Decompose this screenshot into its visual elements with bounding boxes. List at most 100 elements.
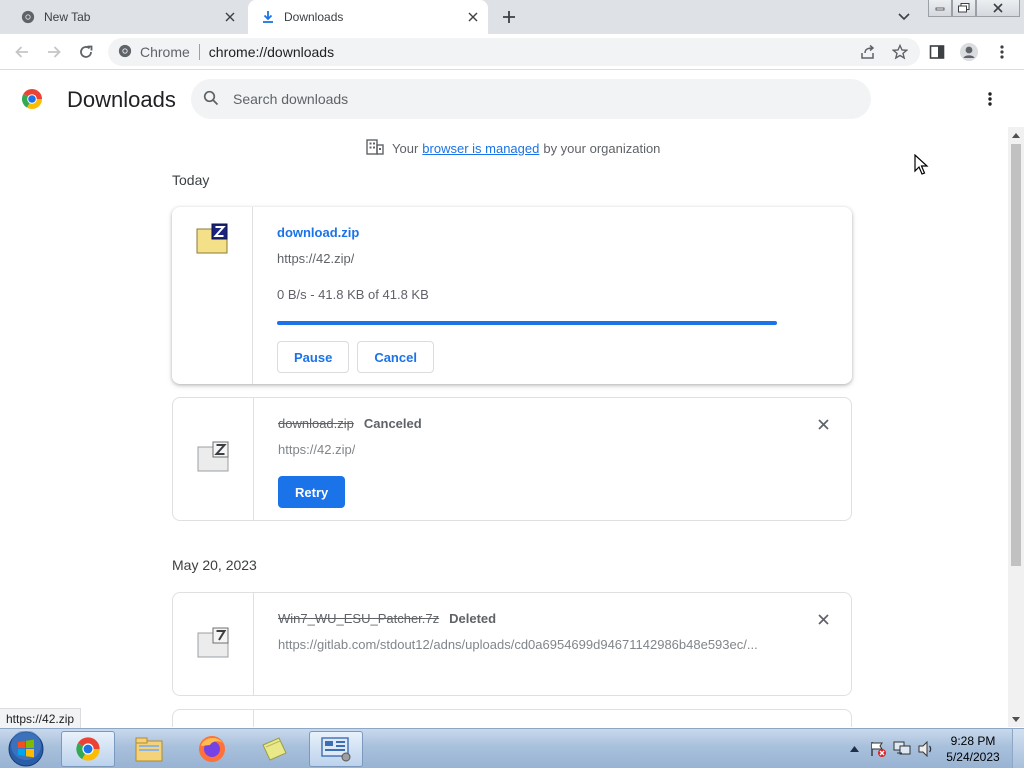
file-title-row: download.zip Canceled (278, 416, 422, 431)
tab-downloads[interactable]: Downloads (248, 0, 488, 34)
taskbar-sticky-notes[interactable] (247, 731, 301, 767)
minimize-button[interactable] (928, 0, 952, 17)
toolbar: Chrome chrome://downloads (0, 34, 1024, 70)
chrome-icon (118, 44, 132, 61)
scroll-down-icon[interactable] (1008, 711, 1024, 727)
downloads-list: Your browser is managed by your organiza… (0, 127, 1008, 727)
network-icon[interactable] (890, 729, 914, 768)
divider (198, 44, 200, 60)
taskbar-chrome[interactable] (61, 731, 115, 767)
system-tray (842, 729, 938, 768)
status-label: Deleted (449, 611, 497, 626)
address-bar[interactable]: Chrome chrome://downloads (108, 38, 920, 66)
restore-button[interactable] (952, 0, 976, 17)
download-item (172, 709, 852, 727)
date-heading: May 20, 2023 (172, 557, 257, 573)
more-actions-icon[interactable] (978, 87, 1002, 111)
date-heading: Today (172, 172, 210, 188)
window-controls (928, 0, 1020, 18)
volume-icon[interactable] (914, 729, 938, 768)
profile-icon[interactable] (955, 38, 983, 66)
chrome-icon (20, 9, 36, 25)
pause-button[interactable]: Pause (277, 341, 350, 373)
remove-item-close-icon[interactable] (813, 609, 833, 629)
icon-column (173, 710, 254, 727)
progress-text: 0 B/s - 41.8 KB of 41.8 KB (277, 287, 429, 302)
taskbar: 9:28 PM 5/24/2023 (0, 728, 1024, 768)
icon-column (173, 398, 254, 520)
icon-column (173, 593, 254, 695)
taskbar-control-panel[interactable] (309, 731, 363, 767)
status-label: Canceled (363, 416, 422, 431)
download-item: download.zip Canceled https://42.zip/ Re… (172, 397, 852, 521)
search-icon (203, 90, 219, 109)
tab-new-tab[interactable]: New Tab (0, 0, 245, 34)
downloads-header: Downloads (0, 71, 1024, 127)
forward-button[interactable] (40, 38, 68, 66)
managed-prefix: Your (392, 141, 419, 156)
control-panel-icon (321, 737, 351, 762)
action-center-flag-icon[interactable] (866, 729, 890, 768)
scroll-up-icon[interactable] (1008, 127, 1024, 143)
new-tab-button[interactable] (497, 5, 521, 29)
file-url[interactable]: https://42.zip/ (277, 251, 354, 266)
file-url[interactable]: https://gitlab.com/stdout12/adns/uploads… (278, 637, 798, 652)
share-icon[interactable] (852, 38, 884, 66)
remove-item-close-icon[interactable] (813, 414, 833, 434)
page-scrollbar[interactable] (1008, 127, 1024, 727)
taskbar-firefox[interactable] (185, 731, 239, 767)
star-icon[interactable] (884, 38, 916, 66)
chevron-down-icon[interactable] (894, 8, 914, 26)
file-name-link[interactable]: download.zip (277, 225, 359, 240)
site-label: Chrome (140, 44, 190, 60)
zip-file-icon (196, 223, 228, 254)
file-title-row: Win7_WU_ESU_Patcher.7z Deleted (278, 611, 496, 626)
download-icon (260, 9, 276, 25)
managed-notice: Your browser is managed by your organiza… (366, 139, 660, 158)
side-panel-icon[interactable] (923, 38, 951, 66)
chrome-logo-icon (22, 89, 42, 109)
managed-suffix: by your organization (543, 141, 661, 156)
explorer-icon (135, 737, 163, 762)
clock-time: 9:28 PM (950, 734, 996, 748)
retry-button[interactable]: Retry (278, 476, 346, 508)
7z-file-icon (197, 627, 229, 658)
window-close-button[interactable] (976, 0, 1020, 17)
show-hidden-icons-chevron-icon[interactable] (842, 729, 866, 768)
mouse-cursor-icon (914, 154, 929, 175)
taskbar-explorer[interactable] (122, 731, 176, 767)
tab-strip: New Tab Downloads (0, 0, 1024, 34)
url-text[interactable]: chrome://downloads (209, 44, 334, 60)
link-status-bubble: https://42.zip (0, 708, 82, 728)
start-button[interactable] (4, 730, 48, 768)
managed-link[interactable]: browser is managed (422, 141, 539, 156)
action-buttons: Pause Cancel (277, 341, 434, 373)
file-url[interactable]: https://42.zip/ (278, 442, 355, 457)
page-title: Downloads (67, 87, 176, 112)
tab-title: New Tab (44, 10, 91, 24)
cancel-button[interactable]: Cancel (357, 341, 434, 373)
download-item: download.zip https://42.zip/ 0 B/s - 41.… (172, 207, 852, 384)
back-button[interactable] (8, 38, 36, 66)
scrollbar-thumb[interactable] (1011, 144, 1021, 566)
download-item: Win7_WU_ESU_Patcher.7z Deleted https://g… (172, 592, 852, 696)
building-icon (366, 139, 384, 158)
clock-date: 5/24/2023 (946, 750, 1000, 764)
icon-column (172, 207, 253, 384)
close-icon[interactable] (221, 8, 239, 26)
chrome-icon (76, 737, 100, 761)
file-name: download.zip (278, 416, 354, 431)
close-icon[interactable] (464, 8, 482, 26)
zip-file-icon (197, 441, 229, 472)
reload-button[interactable] (72, 38, 100, 66)
sticky-notes-icon (262, 737, 287, 761)
show-desktop-button[interactable] (1012, 729, 1024, 768)
search-input[interactable] (233, 91, 833, 107)
progress-bar-fill (277, 321, 777, 325)
browser-menu-icon[interactable] (988, 38, 1016, 66)
windows-logo-icon (8, 731, 44, 767)
taskbar-clock[interactable]: 9:28 PM 5/24/2023 (940, 733, 1006, 765)
progress-bar (277, 321, 777, 325)
search-field[interactable] (191, 79, 871, 119)
action-buttons: Retry (278, 476, 346, 508)
